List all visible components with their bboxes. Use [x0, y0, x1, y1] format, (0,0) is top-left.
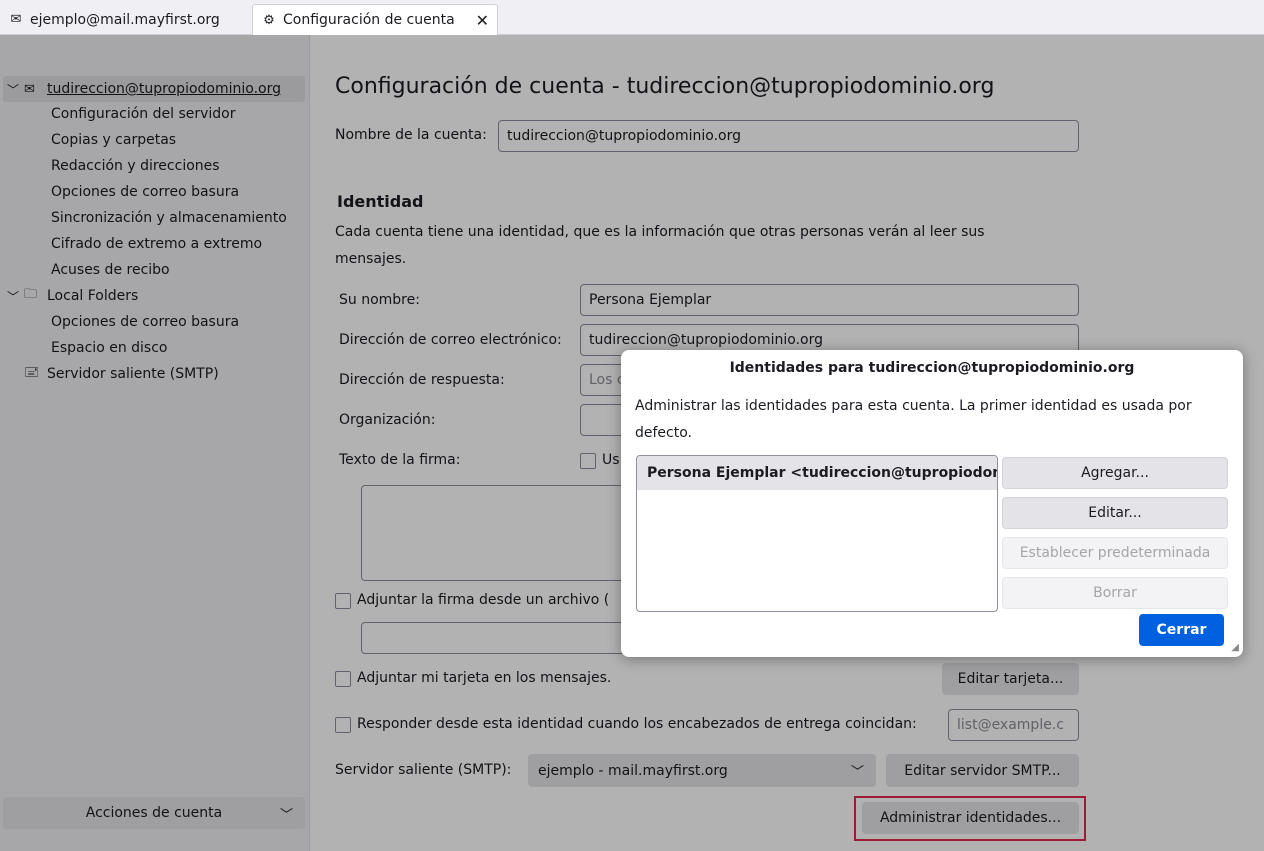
tab-bar: ✉ ejemplo@mail.mayfirst.org ⚙ Configurac… — [0, 0, 1264, 35]
tab-mail[interactable]: ✉ ejemplo@mail.mayfirst.org — [0, 4, 250, 35]
tab-account-settings[interactable]: ⚙ Configuración de cuenta ✕ — [252, 4, 498, 35]
add-identity-button[interactable]: Agregar... — [1002, 457, 1228, 489]
close-icon[interactable]: ✕ — [476, 11, 489, 30]
identities-list[interactable]: Persona Ejemplar <tudireccion@tupropiodo… — [636, 455, 998, 612]
resize-grip-icon[interactable]: ◢ — [1231, 642, 1239, 653]
delete-identity-button[interactable]: Borrar — [1002, 577, 1228, 609]
close-dialog-button[interactable]: Cerrar — [1139, 614, 1224, 646]
edit-identity-button[interactable]: Editar... — [1002, 497, 1228, 529]
dialog-description: Administrar las identidades para esta cu… — [635, 398, 1192, 441]
settings-icon: ⚙ — [263, 12, 275, 28]
list-item[interactable]: Persona Ejemplar <tudireccion@tupropiodo… — [637, 456, 997, 490]
mail-icon: ✉ — [10, 12, 22, 27]
dialog-title: Identidades para tudireccion@tupropiodom… — [729, 360, 1135, 376]
tab-account-settings-label: Configuración de cuenta — [283, 12, 455, 28]
identities-dialog: Identidades para tudireccion@tupropiodom… — [621, 350, 1243, 657]
set-default-button[interactable]: Establecer predeterminada — [1002, 537, 1228, 569]
tab-mail-label: ejemplo@mail.mayfirst.org — [30, 11, 220, 28]
